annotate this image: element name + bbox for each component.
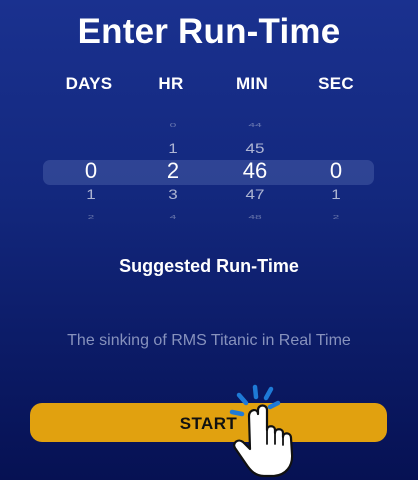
seconds-label: SEC bbox=[318, 74, 354, 93]
seconds-selected-value[interactable]: 0 bbox=[306, 160, 366, 182]
hours-selected-value[interactable]: 2 bbox=[143, 160, 203, 182]
days-wheel[interactable]: 0 1 2 bbox=[61, 120, 121, 222]
seconds-option-below-1[interactable]: 1 bbox=[306, 186, 366, 204]
minutes-wheel[interactable]: 44 45 46 47 48 bbox=[225, 120, 285, 220]
days-option-below-2[interactable]: 2 bbox=[61, 212, 121, 222]
suggested-run-time-heading: Suggested Run-Time bbox=[119, 256, 299, 276]
minutes-option-above-1[interactable]: 45 bbox=[225, 140, 285, 158]
start-button[interactable]: START bbox=[30, 403, 387, 442]
hours-option-above-2[interactable]: 0 bbox=[143, 120, 203, 130]
run-time-picker[interactable]: 0 1 2 0 1 2 3 4 44 45 46 47 48 0 1 2 bbox=[0, 120, 418, 220]
minutes-option-below-1[interactable]: 47 bbox=[225, 186, 285, 204]
hours-wheel[interactable]: 0 1 2 3 4 bbox=[143, 120, 203, 220]
minutes-label: MIN bbox=[235, 74, 269, 93]
hours-option-above-1[interactable]: 1 bbox=[143, 140, 203, 158]
minutes-option-above-2[interactable]: 44 bbox=[225, 120, 285, 130]
hours-option-below-2[interactable]: 4 bbox=[143, 212, 203, 222]
minutes-option-below-2[interactable]: 48 bbox=[225, 212, 285, 222]
seconds-wheel[interactable]: 0 1 2 bbox=[306, 120, 366, 222]
days-selected-value[interactable]: 0 bbox=[61, 160, 121, 182]
minutes-selected-value[interactable]: 46 bbox=[225, 160, 285, 182]
days-option-below-1[interactable]: 1 bbox=[61, 186, 121, 204]
hours-label: HR bbox=[158, 74, 184, 93]
days-label: DAYS bbox=[65, 74, 113, 93]
suggested-run-time-option[interactable]: The sinking of RMS Titanic in Real Time bbox=[0, 332, 418, 350]
seconds-option-below-2[interactable]: 2 bbox=[306, 212, 366, 222]
page-title: Enter Run-Time bbox=[77, 12, 341, 51]
hours-option-below-1[interactable]: 3 bbox=[143, 186, 203, 204]
hand-tap-icon bbox=[229, 384, 294, 478]
